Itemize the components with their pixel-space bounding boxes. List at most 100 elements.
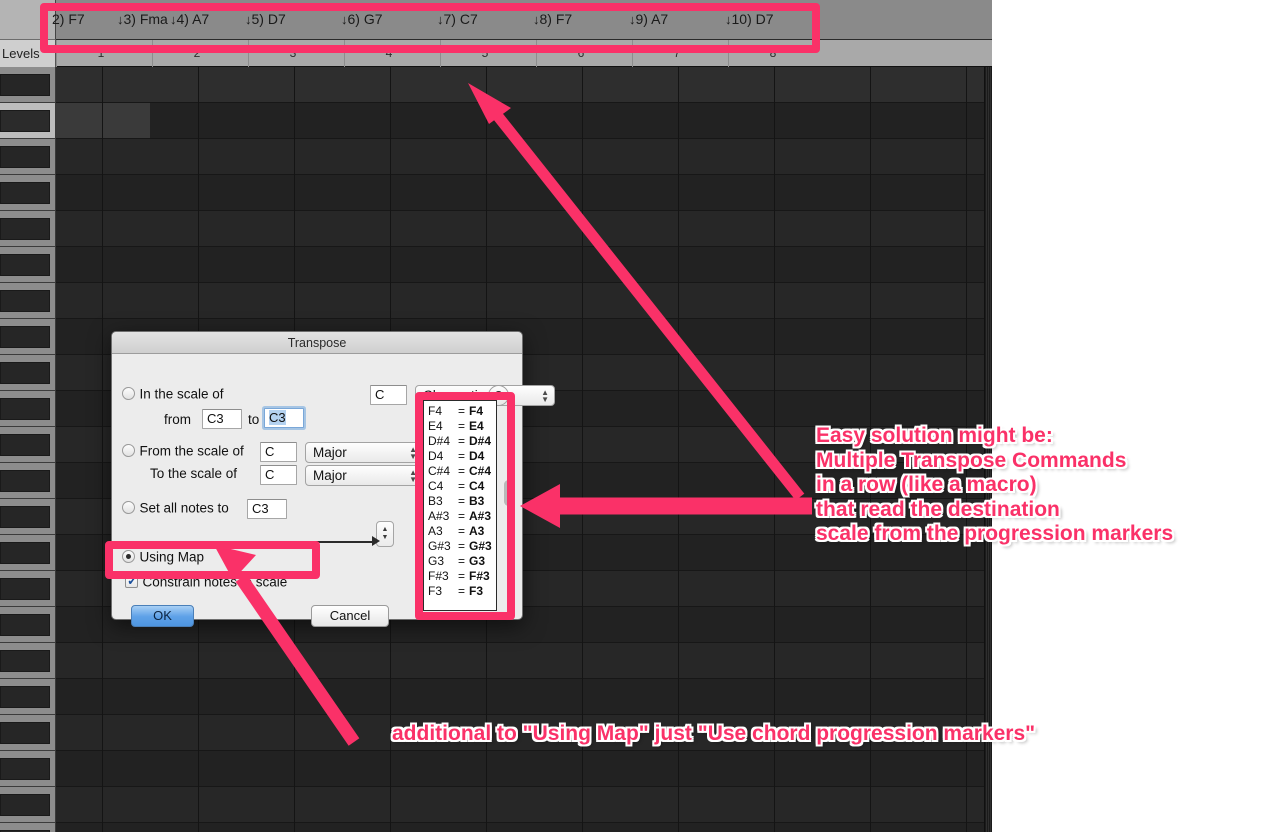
note-map-row[interactable]: G3 = G3: [428, 554, 496, 569]
note-map-row[interactable]: F4 = F4: [428, 404, 496, 419]
transpose-to-field[interactable]: C3: [264, 408, 304, 428]
transpose-to-value: C3: [269, 410, 286, 425]
levels-label: Levels: [2, 46, 40, 61]
option-from-the-scale-of[interactable]: From the scale of: [122, 442, 244, 460]
note-map-row[interactable]: G#3 = G#3: [428, 539, 496, 554]
note-map-row[interactable]: D4 = D4: [428, 449, 496, 464]
piano-key[interactable]: [0, 139, 55, 175]
bar-tick: [440, 40, 441, 67]
note-map-row[interactable]: C#4 = C#4: [428, 464, 496, 479]
note-map-source: G#3: [428, 539, 451, 553]
from-scale-type-popup[interactable]: Major ▲ ▼: [305, 442, 423, 463]
note-map-row[interactable]: C4 = C4: [428, 479, 496, 494]
piano-key[interactable]: [0, 823, 55, 832]
bar-number: 7: [673, 46, 681, 60]
chord-marker[interactable]: ↓10) D7: [725, 11, 774, 27]
stepper-down-icon[interactable]: ▼: [382, 534, 389, 542]
grid-row[interactable]: [56, 211, 992, 247]
selected-grid-cell[interactable]: [56, 103, 150, 139]
chord-marker[interactable]: ↓4) A7: [170, 11, 209, 27]
note-map-destination: A3: [469, 524, 485, 538]
option-in-the-scale-of[interactable]: In the scale of: [122, 385, 224, 403]
piano-key[interactable]: [0, 211, 55, 247]
radio-using-map[interactable]: [122, 550, 135, 564]
note-map-row[interactable]: E4 = E4: [428, 419, 496, 434]
piano-key[interactable]: [0, 319, 55, 355]
note-map-source: C#4: [428, 464, 451, 478]
label-from-the-scale-of: From the scale of: [139, 443, 244, 459]
piano-key[interactable]: [0, 283, 55, 319]
chord-marker[interactable]: ↓7) C7: [437, 11, 478, 27]
option-using-map[interactable]: Using Map: [122, 548, 204, 566]
piano-key[interactable]: [0, 391, 55, 427]
to-scale-key-field[interactable]: C: [260, 465, 297, 485]
piano-key[interactable]: [0, 103, 55, 139]
piano-key-body: [0, 542, 50, 564]
ok-button[interactable]: OK: [131, 605, 194, 627]
chord-marker[interactable]: ↓9) A7: [629, 11, 668, 27]
piano-key[interactable]: [0, 247, 55, 283]
cancel-button[interactable]: Cancel: [311, 605, 389, 627]
chord-marker[interactable]: 2) F7: [52, 11, 85, 27]
piano-key-body: [0, 110, 50, 132]
note-map-row[interactable]: D#4 = D#4: [428, 434, 496, 449]
annotation-line: scale from the progression markers: [816, 522, 1174, 545]
piano-key[interactable]: [0, 751, 55, 787]
note-map-row[interactable]: A#3 = A#3: [428, 509, 496, 524]
piano-key-sidebar[interactable]: [0, 67, 56, 832]
piano-key[interactable]: [0, 679, 55, 715]
note-map-scrollbar[interactable]: [504, 480, 513, 506]
piano-key[interactable]: [0, 571, 55, 607]
grid-row[interactable]: [56, 283, 992, 319]
grid-row[interactable]: [56, 247, 992, 283]
option-set-all-notes-to[interactable]: Set all notes to: [122, 499, 229, 517]
radio-from-the-scale-of[interactable]: [122, 444, 135, 458]
grid-row[interactable]: [56, 103, 992, 139]
chord-marker-lane[interactable]: 2) F7 ↓3) Fma ↓4) A7 ↓5) D7 ↓6) G7 ↓7) C7 ↓8) …: [0, 0, 992, 40]
piano-key[interactable]: [0, 499, 55, 535]
piano-key[interactable]: [0, 787, 55, 823]
piano-key[interactable]: [0, 427, 55, 463]
grid-row[interactable]: [56, 679, 992, 715]
to-scale-type-popup[interactable]: Major ▲ ▼: [305, 465, 423, 486]
radio-set-all-notes-to[interactable]: [122, 501, 135, 515]
grid-row[interactable]: [56, 823, 992, 832]
grid-row[interactable]: [56, 787, 992, 823]
note-map-row[interactable]: F#3 = F#3: [428, 569, 496, 584]
grid-row[interactable]: [56, 175, 992, 211]
note-map-row[interactable]: A3 = A3: [428, 524, 496, 539]
piano-key[interactable]: [0, 175, 55, 211]
transpose-from-field[interactable]: C3: [202, 409, 242, 429]
note-map-row[interactable]: F3 = F3: [428, 584, 496, 599]
piano-key[interactable]: [0, 67, 55, 103]
piano-key[interactable]: [0, 355, 55, 391]
bar-ruler[interactable]: Levels 1 2 3 4 5 6 7 8: [0, 40, 992, 67]
radio-in-the-scale-of[interactable]: [122, 387, 135, 401]
option-constrain-notes-to-scale[interactable]: Constrain notes to scale: [125, 573, 287, 591]
grid-top-band: [56, 67, 992, 103]
stepper-up-icon[interactable]: ▲: [382, 526, 389, 534]
grid-row[interactable]: [56, 643, 992, 679]
piano-key[interactable]: [0, 607, 55, 643]
chord-marker-label: 9) A7: [635, 11, 669, 27]
from-scale-key-field[interactable]: C: [260, 442, 297, 462]
note-map-row[interactable]: B3 = B3: [428, 494, 496, 509]
chord-marker[interactable]: ↓5) D7: [245, 11, 286, 27]
annotation-line: Multiple Transpose Commands: [816, 448, 1127, 472]
note-map-source: B3: [428, 494, 443, 508]
chord-marker[interactable]: ↓8) F7: [533, 11, 572, 27]
chord-marker[interactable]: ↓6) G7: [341, 11, 383, 27]
dialog-titlebar[interactable]: Transpose: [112, 332, 522, 354]
checkbox-constrain-notes-to-scale[interactable]: [125, 573, 138, 589]
set-all-notes-field[interactable]: C3: [247, 499, 287, 519]
grid-row[interactable]: [56, 751, 992, 787]
grid-row[interactable]: [56, 139, 992, 175]
piano-key[interactable]: [0, 715, 55, 751]
chord-marker[interactable]: ↓3) Fma: [117, 11, 168, 27]
piano-key[interactable]: [0, 535, 55, 571]
piano-key[interactable]: [0, 463, 55, 499]
in-scale-key-field[interactable]: C: [370, 385, 407, 405]
note-map-list[interactable]: F4 = F4 E4 = E4 D#4 = D#4 D4 = D4 C#4 = C#4 C4 = C4 B3 = B3 A…: [423, 400, 497, 611]
piano-key[interactable]: [0, 643, 55, 679]
note-map-source: F3: [428, 584, 443, 598]
